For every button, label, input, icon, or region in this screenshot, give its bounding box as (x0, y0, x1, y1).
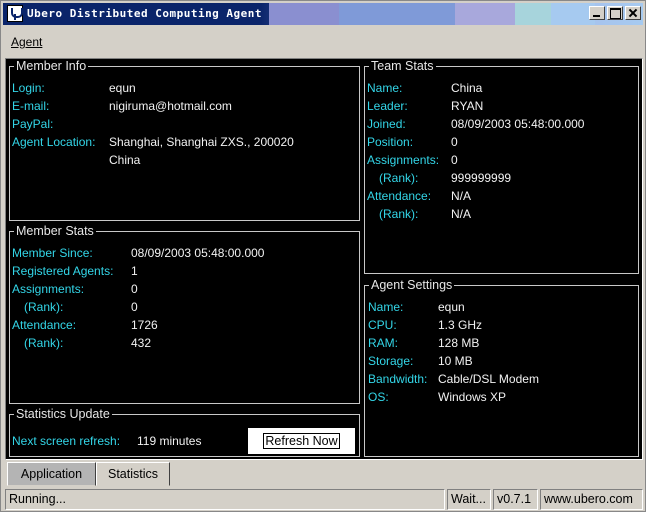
menu-agent[interactable]: Agent (11, 35, 42, 49)
next-refresh-value: 119 minutes (137, 434, 202, 448)
member-assignments-value: 0 (131, 282, 138, 296)
team-stats-title: Team Stats (369, 59, 436, 74)
close-icon[interactable] (625, 6, 641, 20)
refresh-now-button[interactable]: Refresh Now (247, 427, 356, 455)
os-label: OS: (368, 390, 389, 404)
next-refresh-label: Next screen refresh: (12, 434, 121, 448)
app-window: Ubero Distributed Computing Agent Agent … (0, 0, 646, 512)
team-position-label: Position: (367, 135, 414, 149)
status-version: v0.7.1 (493, 489, 538, 510)
member-attend-rank-value: 432 (131, 336, 152, 350)
login-label: Login: (12, 81, 45, 95)
statistics-update-title: Statistics Update (14, 407, 112, 422)
title-bar-stripe (455, 3, 515, 25)
os-value: Windows XP (438, 390, 507, 404)
team-assignments-label: Assignments: (367, 153, 440, 167)
agent-settings-title: Agent Settings (369, 278, 455, 293)
team-stats-group: Team Stats Name: China Leader: RYAN Join… (364, 59, 639, 274)
team-attendance-value: N/A (451, 189, 472, 203)
member-attendance-label: Attendance: (12, 318, 77, 332)
email-value: nigiruma@hotmail.com (109, 99, 232, 113)
refresh-now-label: Refresh Now (263, 433, 340, 449)
team-name-value: China (451, 81, 483, 95)
member-info-title: Member Info (14, 59, 89, 74)
member-since-value: 08/09/2003 05:48:00.000 (131, 246, 265, 260)
team-joined-label: Joined: (367, 117, 406, 131)
tab-application[interactable]: Application (7, 462, 96, 486)
window-controls (587, 6, 641, 20)
status-site-link[interactable]: www.ubero.com (540, 489, 643, 510)
ram-value: 128 MB (438, 336, 480, 350)
tab-statistics-label: Statistics (107, 467, 158, 481)
tab-statistics[interactable]: Statistics (96, 462, 170, 486)
team-leader-value: RYAN (451, 99, 484, 113)
ubero-logo-icon[interactable] (7, 5, 23, 22)
agent-name-value: equn (438, 300, 465, 314)
team-assign-rank-label: (Rank): (379, 171, 419, 185)
location-value-line1: Shanghai, Shanghai ZXS., 200020 (109, 135, 294, 149)
storage-label: Storage: (368, 354, 414, 368)
member-assignments-label: Assignments: (12, 282, 85, 296)
login-value: equn (109, 81, 136, 95)
status-message: Running... (5, 489, 445, 510)
bandwidth-value: Cable/DSL Modem (438, 372, 539, 386)
team-attendance-label: Attendance: (367, 189, 432, 203)
menu-agent-label: Agent (11, 35, 43, 49)
registered-agents-label: Registered Agents: (12, 264, 114, 278)
ram-label: RAM: (368, 336, 398, 350)
team-joined-value: 08/09/2003 05:48:00.000 (451, 117, 585, 131)
member-since-label: Member Since: (12, 246, 93, 260)
status-bar: Running... Wait... v0.7.1 www.ubero.com (3, 489, 645, 511)
maximize-icon[interactable] (607, 6, 623, 20)
team-attend-rank-value: N/A (451, 207, 472, 221)
title-bar-stripe (339, 3, 455, 25)
member-info-group: Member Info Login: equn E-mail: nigiruma… (9, 59, 360, 221)
member-stats-title: Member Stats (14, 224, 96, 239)
location-value-line2: China (109, 153, 141, 167)
member-assign-rank-label: (Rank): (24, 300, 64, 314)
title-bar[interactable]: Ubero Distributed Computing Agent (3, 3, 643, 25)
title-bar-stripe (515, 3, 551, 25)
bandwidth-label: Bandwidth: (368, 372, 428, 386)
team-assignments-value: 0 (451, 153, 458, 167)
cpu-value: 1.3 GHz (438, 318, 483, 332)
member-attend-rank-label: (Rank): (24, 336, 64, 350)
storage-value: 10 MB (438, 354, 473, 368)
team-assign-rank-value: 999999999 (451, 171, 512, 185)
registered-agents-value: 1 (131, 264, 138, 278)
location-label: Agent Location: (12, 135, 96, 149)
team-position-value: 0 (451, 135, 458, 149)
paypal-label: PayPal: (12, 117, 54, 131)
statistics-update-group: Statistics Update Next screen refresh: 1… (9, 407, 360, 457)
cpu-label: CPU: (368, 318, 397, 332)
status-state: Wait... (447, 489, 491, 510)
team-name-label: Name: (367, 81, 403, 95)
member-assign-rank-value: 0 (131, 300, 138, 314)
member-attendance-value: 1726 (131, 318, 158, 332)
main-panel: Member Info Login: equn E-mail: nigiruma… (5, 58, 643, 460)
email-label: E-mail: (12, 99, 50, 113)
window-title: Ubero Distributed Computing Agent (27, 7, 263, 20)
member-stats-group: Member Stats Member Since: 08/09/2003 05… (9, 224, 360, 404)
team-attend-rank-label: (Rank): (379, 207, 419, 221)
agent-settings-group: Agent Settings Name: equn CPU: 1.3 GHz R… (364, 278, 639, 457)
agent-name-label: Name: (368, 300, 404, 314)
team-leader-label: Leader: (367, 99, 408, 113)
tab-application-label: Application (20, 467, 83, 481)
minimize-icon[interactable] (589, 6, 605, 20)
title-bar-stripe (269, 3, 339, 25)
